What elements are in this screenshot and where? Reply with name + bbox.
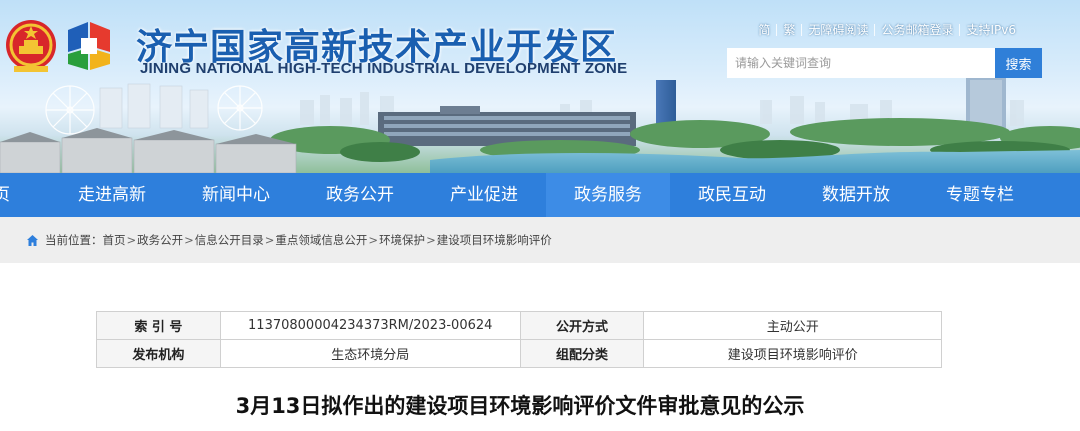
category-value: 建设项目环境影响评价	[643, 339, 942, 368]
divider	[959, 23, 961, 36]
breadcrumb-separator: >	[126, 233, 137, 247]
ipv6-support-link[interactable]: 支持IPv6	[960, 21, 1022, 38]
simplified-chinese-link[interactable]: 简	[752, 21, 776, 38]
breadcrumb-separator: >	[426, 233, 436, 247]
top-links: 简 繁 无障碍阅读 公务邮箱登录 支持IPv6	[752, 21, 1022, 38]
publisher-label: 发布机构	[96, 339, 221, 368]
nav-item-gov-service[interactable]: 政务服务	[546, 173, 670, 217]
breadcrumb-environment[interactable]: 环境保护	[379, 232, 425, 248]
hightech-zone-logo-icon	[68, 22, 110, 70]
breadcrumb-key-areas[interactable]: 重点领域信息公开	[275, 232, 367, 248]
table-row: 发布机构 生态环境分局 组配分类 建设项目环境影响评价	[96, 339, 942, 368]
breadcrumb-separator: >	[264, 233, 275, 247]
search-button[interactable]: 搜索	[995, 48, 1042, 78]
publisher-value: 生态环境分局	[219, 339, 521, 368]
nav-item-interaction[interactable]: 政民互动	[682, 173, 782, 217]
search-input[interactable]	[727, 48, 995, 78]
index-number-label: 索 引 号	[96, 311, 221, 340]
nav-item-topics[interactable]: 专题专栏	[930, 173, 1030, 217]
breadcrumb-home[interactable]: 首页	[103, 232, 126, 248]
divider	[801, 23, 803, 36]
breadcrumb-prefix: 当前位置：	[45, 233, 103, 247]
breadcrumb-separator: >	[368, 233, 379, 247]
accessibility-link[interactable]: 无障碍阅读	[802, 21, 874, 38]
home-icon	[27, 234, 38, 246]
nav-item-industry[interactable]: 产业促进	[434, 173, 534, 217]
nav-item-home[interactable]: 首页	[0, 173, 24, 217]
disclosure-method-value: 主动公开	[643, 311, 942, 340]
article-title: 3月13日拟作出的建设项目环境影响评价文件审批意见的公示	[235, 394, 805, 418]
header-banner: 济宁国家高新技术产业开发区 JINING NATIONAL HIGH-TECH …	[0, 0, 1080, 173]
site-subtitle: JINING NATIONAL HIGH-TECH INDUSTRIAL DEV…	[140, 60, 628, 77]
nav-item-news[interactable]: 新闻中心	[186, 173, 286, 217]
traditional-chinese-link[interactable]: 繁	[777, 21, 801, 38]
disclosure-method-label: 公开方式	[519, 311, 645, 340]
nav-item-about[interactable]: 走进高新	[62, 173, 162, 217]
category-label: 组配分类	[519, 339, 645, 368]
breadcrumb-eia[interactable]: 建设项目环境影响评价	[437, 232, 552, 248]
national-emblem-icon	[6, 20, 56, 72]
table-row: 索 引 号 11370800004234373RM/2023-00624 公开方…	[96, 311, 942, 340]
divider	[776, 23, 778, 36]
breadcrumb-bar: 当前位置： 首页 > 政务公开 > 信息公开目录 > 重点领域信息公开 > 环境…	[0, 217, 1080, 263]
breadcrumb: 当前位置： 首页 > 政务公开 > 信息公开目录 > 重点领域信息公开 > 环境…	[26, 232, 552, 248]
divider	[874, 23, 876, 36]
document-info-table: 索 引 号 11370800004234373RM/2023-00624 公开方…	[96, 311, 942, 368]
breadcrumb-info-catalog[interactable]: 信息公开目录	[195, 232, 264, 248]
official-email-login-link[interactable]: 公务邮箱登录	[875, 21, 959, 38]
main-nav: 首页 走进高新 新闻中心 政务公开 产业促进 政务服务 政民互动 数据开放 专题…	[0, 173, 1080, 217]
nav-item-gov-info[interactable]: 政务公开	[310, 173, 410, 217]
nav-item-open-data[interactable]: 数据开放	[806, 173, 906, 217]
index-number-value: 11370800004234373RM/2023-00624	[219, 311, 521, 340]
breadcrumb-separator: >	[184, 233, 194, 247]
breadcrumb-gov-info[interactable]: 政务公开	[137, 232, 183, 248]
